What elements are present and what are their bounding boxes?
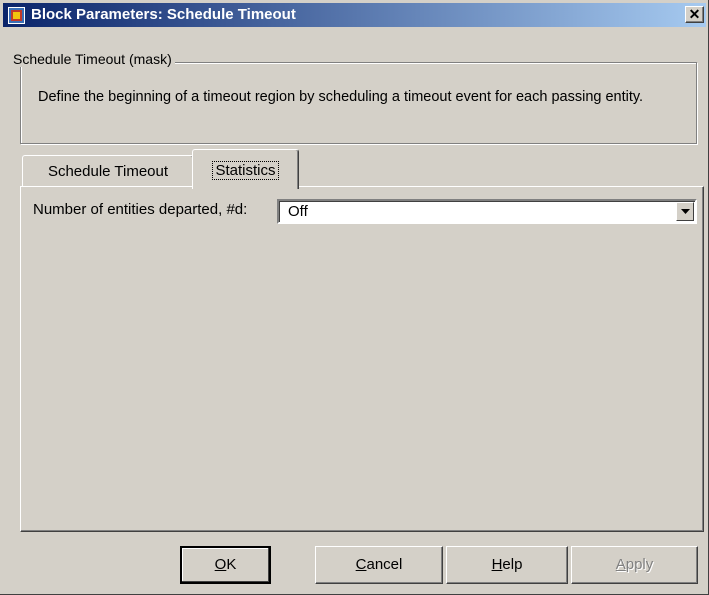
title-bar[interactable]: Block Parameters: Schedule Timeout ✕ [3, 3, 706, 27]
ok-button[interactable]: OK [180, 546, 271, 584]
apply-label: pply [625, 556, 654, 573]
entities-departed-select[interactable]: Off [277, 199, 697, 224]
mask-description: Define the beginning of a timeout region… [38, 89, 644, 105]
apply-button[interactable]: Apply [571, 546, 698, 584]
help-button[interactable]: Help [446, 546, 568, 584]
help-label: elp [502, 556, 523, 573]
cancel-label: ancel [366, 556, 403, 573]
statistics-panel [20, 186, 704, 532]
cancel-button[interactable]: Cancel [315, 546, 443, 584]
tab-label: Statistics [212, 161, 279, 180]
cancel-mnemonic: C [355, 556, 367, 573]
tab-label: Schedule Timeout [47, 163, 169, 180]
ok-mnemonic: O [214, 556, 227, 573]
simulink-block-icon [8, 7, 25, 24]
tab-statistics[interactable]: Statistics [192, 149, 299, 189]
window-title: Block Parameters: Schedule Timeout [31, 6, 296, 23]
ok-label: K [226, 556, 237, 573]
entities-departed-label: Number of entities departed, #d: [33, 201, 248, 218]
tab-schedule-timeout[interactable]: Schedule Timeout [22, 155, 194, 187]
groupbox-label: Schedule Timeout (mask) [10, 51, 175, 67]
apply-mnemonic: A [615, 556, 626, 573]
select-value: Off [288, 203, 308, 220]
close-icon: ✕ [688, 6, 701, 22]
dropdown-button[interactable] [676, 202, 694, 221]
dialog-window: Block Parameters: Schedule Timeout ✕ Sch… [0, 0, 709, 595]
chevron-down-icon [681, 209, 690, 214]
close-button[interactable]: ✕ [685, 6, 704, 23]
help-mnemonic: H [491, 556, 503, 573]
